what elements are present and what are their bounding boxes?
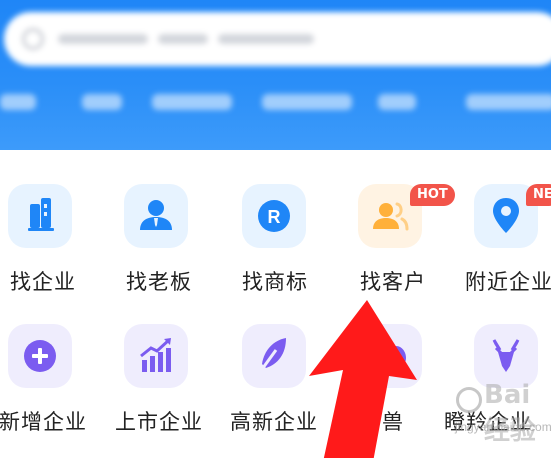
nav-tab[interactable] (466, 94, 551, 110)
nav-tab[interactable] (0, 94, 36, 110)
grid-item-label: 附近企业 (465, 270, 551, 294)
nav-tab[interactable] (262, 94, 352, 110)
grid-item-label: 上市企业 (115, 410, 203, 434)
grid-item-label: 找客户 (360, 270, 426, 294)
gazelle-icon (474, 324, 538, 388)
person-tie-icon (124, 184, 188, 248)
plus-circle-icon (8, 324, 72, 388)
paw-logo-icon (456, 387, 482, 413)
search-icon (22, 28, 44, 50)
search-area (0, 12, 551, 68)
grid-item-label: 新增企业 (0, 410, 87, 434)
watermark-url: jingyan.baidu.com (455, 420, 551, 434)
building-icon (8, 184, 72, 248)
app-header (0, 0, 551, 150)
grid-item-label: 找老板 (126, 270, 192, 294)
grid-item-label: 找企业 (10, 270, 76, 294)
new-badge: NE (526, 184, 551, 206)
hot-badge: HOT (410, 184, 455, 206)
svg-text:R: R (268, 207, 281, 227)
search-input[interactable] (4, 12, 551, 66)
nav-tab[interactable] (152, 94, 232, 110)
grid-item-label: 找商标 (242, 270, 308, 294)
nav-tab[interactable] (82, 94, 122, 110)
growth-chart-icon (124, 324, 188, 388)
red-up-arrow-annotation (309, 300, 417, 458)
nav-tab[interactable] (378, 94, 416, 110)
category-nav (0, 86, 551, 122)
registered-trademark-icon: R (242, 184, 306, 248)
watermark-text: Bai经验 (484, 380, 537, 446)
search-placeholder (58, 34, 314, 44)
